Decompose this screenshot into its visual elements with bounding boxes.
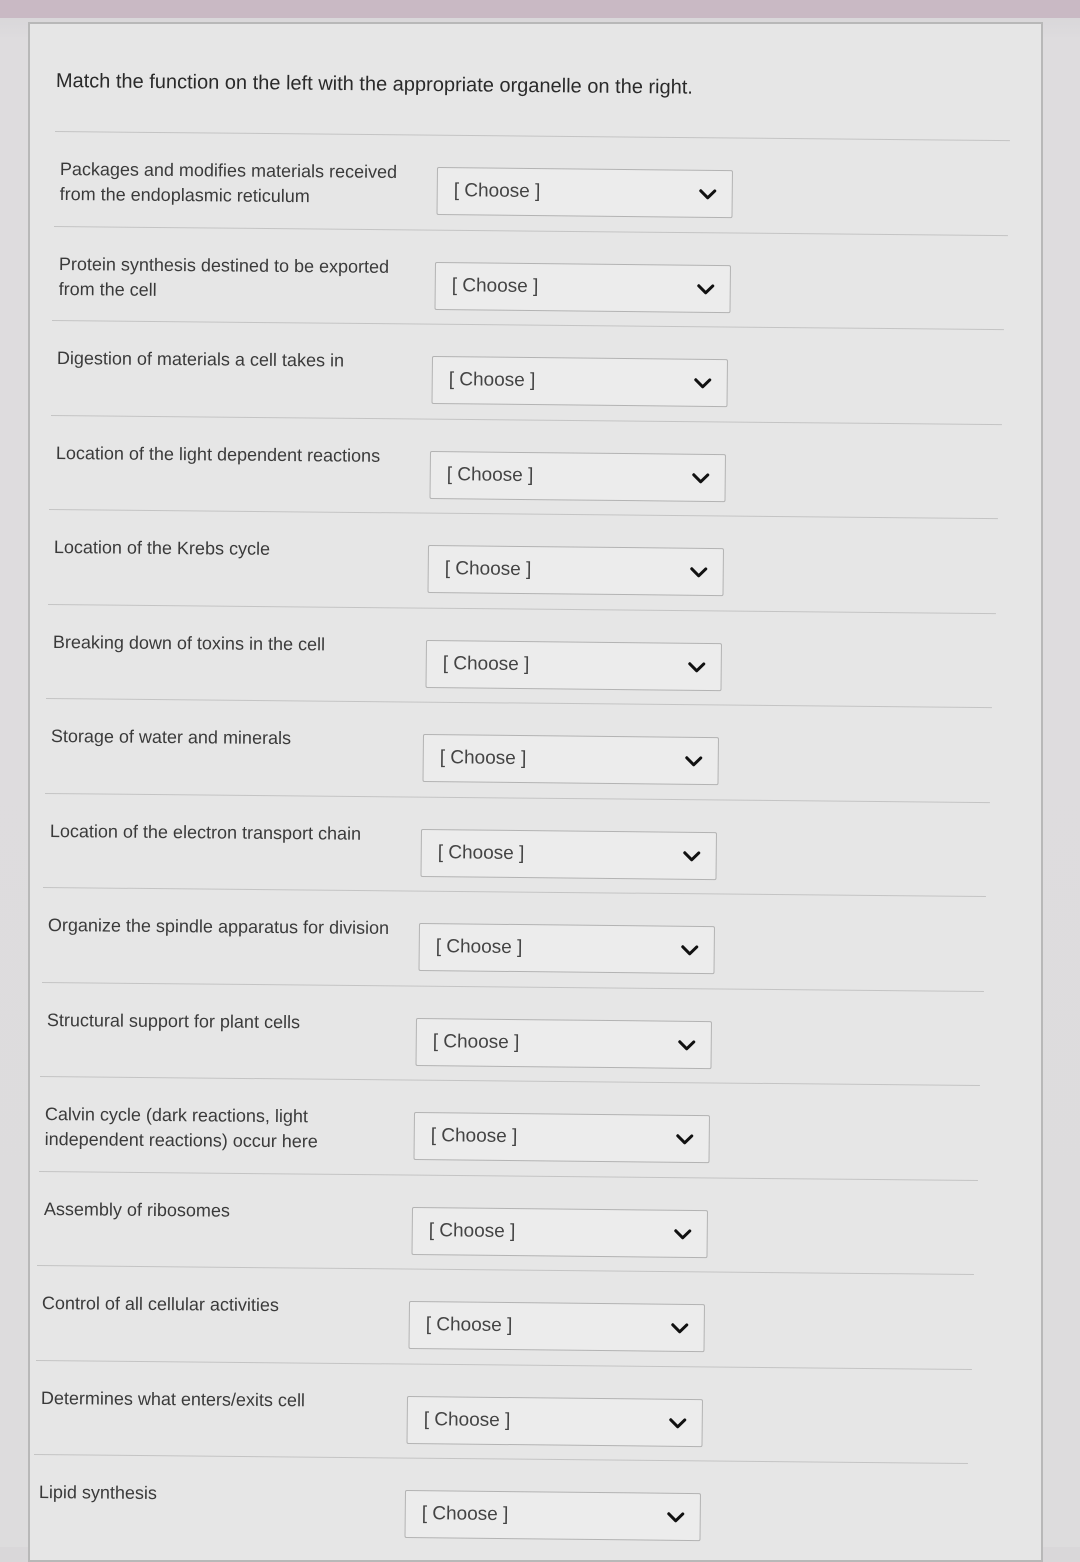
match-prompt: Lipid synthesis xyxy=(38,1481,158,1504)
select-value: [ Choose ] xyxy=(423,1408,511,1431)
match-prompt: Assembly of ribosomes xyxy=(43,1198,230,1221)
match-prompt: Packages and modifies materials received… xyxy=(59,158,398,207)
select-value: [ Choose ] xyxy=(428,1219,516,1242)
organelle-select[interactable]: [ Choose ] xyxy=(431,356,729,408)
window-top-strip xyxy=(0,0,1080,18)
select-value: [ Choose ] xyxy=(430,1125,518,1148)
select-value: [ Choose ] xyxy=(446,463,534,486)
select-value: [ Choose ] xyxy=(426,1314,513,1337)
match-prompt: Organize the spindle apparatus for divis… xyxy=(47,914,390,938)
organelle-select[interactable]: [ Choose ] xyxy=(427,545,724,597)
screen: Match the function on the left with the … xyxy=(0,0,1080,1562)
match-prompt: Breaking down of toxins in the cell xyxy=(52,631,325,654)
organelle-select[interactable]: [ Choose ] xyxy=(404,1490,701,1542)
chevron-down-icon xyxy=(665,1508,685,1528)
select-value: [ Choose ] xyxy=(444,558,532,581)
organelle-select[interactable]: [ Choose ] xyxy=(415,1017,713,1069)
match-prompt: Determines what enters/exits cell xyxy=(40,1387,305,1410)
chevron-down-icon xyxy=(691,468,711,488)
match-prompt: Location of the electron transport chain xyxy=(49,820,361,844)
chevron-down-icon xyxy=(672,1224,692,1244)
select-value: [ Choose ] xyxy=(432,1030,520,1053)
chevron-down-icon xyxy=(679,941,699,961)
match-prompt: Digestion of materials a cell takes in xyxy=(56,347,345,371)
chevron-down-icon xyxy=(686,657,706,677)
select-value: [ Choose ] xyxy=(449,369,536,392)
chevron-down-icon xyxy=(682,846,702,866)
chevron-down-icon xyxy=(675,1130,695,1150)
match-prompt: Storage of water and minerals xyxy=(50,725,292,749)
chevron-down-icon xyxy=(695,279,715,299)
organelle-select[interactable]: [ Choose ] xyxy=(418,923,715,975)
chevron-down-icon xyxy=(693,374,713,394)
select-value: [ Choose ] xyxy=(435,936,523,959)
organelle-select[interactable]: [ Choose ] xyxy=(436,167,733,219)
organelle-select[interactable]: [ Choose ] xyxy=(406,1395,704,1447)
chevron-down-icon xyxy=(668,1413,688,1433)
organelle-select[interactable]: [ Choose ] xyxy=(411,1206,708,1258)
select-value: [ Choose ] xyxy=(437,841,525,864)
chevron-down-icon xyxy=(688,563,708,583)
organelle-select[interactable]: [ Choose ] xyxy=(408,1301,706,1353)
chevron-down-icon xyxy=(698,185,718,205)
select-value: [ Choose ] xyxy=(421,1503,509,1526)
select-value: [ Choose ] xyxy=(439,747,527,770)
chevron-down-icon xyxy=(670,1319,690,1339)
select-value: [ Choose ] xyxy=(451,274,539,297)
chevron-down-icon xyxy=(677,1035,697,1055)
organelle-select[interactable]: [ Choose ] xyxy=(422,734,720,786)
organelle-select[interactable]: [ Choose ] xyxy=(434,261,731,313)
match-prompt: Calvin cycle (dark reactions, light inde… xyxy=(44,1103,318,1152)
organelle-select[interactable]: [ Choose ] xyxy=(413,1112,710,1164)
organelle-select[interactable]: [ Choose ] xyxy=(420,828,717,880)
match-prompt: Control of all cellular activities xyxy=(41,1292,280,1316)
match-prompt: Structural support for plant cells xyxy=(46,1009,300,1032)
chevron-down-icon xyxy=(684,752,704,772)
select-value: [ Choose ] xyxy=(442,652,529,675)
match-prompt: Location of the light dependent reaction… xyxy=(55,442,380,466)
select-value: [ Choose ] xyxy=(453,180,541,203)
match-prompt: Location of the Krebs cycle xyxy=(53,536,271,559)
match-prompt: Protein synthesis destined to be exporte… xyxy=(58,253,389,300)
organelle-select[interactable]: [ Choose ] xyxy=(429,450,727,502)
organelle-select[interactable]: [ Choose ] xyxy=(424,639,722,691)
